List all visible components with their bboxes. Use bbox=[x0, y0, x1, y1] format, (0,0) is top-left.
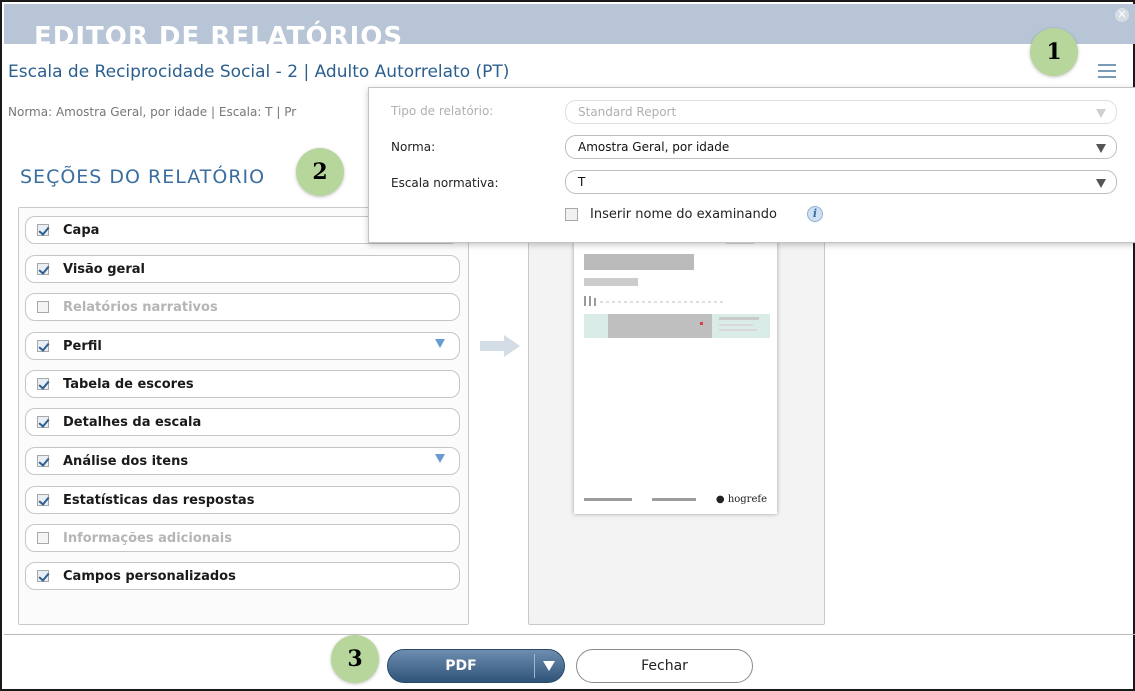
sections-heading: SEÇÕES DO RELATÓRIO bbox=[20, 166, 266, 188]
report-type-select: Standard Report bbox=[565, 100, 1117, 124]
section-checkbox[interactable] bbox=[37, 263, 49, 275]
section-checkbox bbox=[37, 301, 49, 313]
section-label: Tabela de escores bbox=[63, 377, 194, 392]
pdf-button[interactable]: PDF bbox=[388, 650, 534, 682]
section-checkbox[interactable] bbox=[37, 340, 49, 352]
section-checkbox[interactable] bbox=[37, 416, 49, 428]
section-item[interactable]: Visão geral bbox=[25, 255, 460, 283]
section-item[interactable]: Análise dos itens bbox=[25, 447, 460, 475]
normative-scale-value: T bbox=[578, 175, 586, 189]
section-label: Informações adicionais bbox=[63, 531, 232, 546]
expand-arrow-icon[interactable] bbox=[435, 454, 445, 463]
normative-scale-select[interactable]: T bbox=[565, 170, 1117, 194]
report-title: Escala de Reciprocidade Social - 2 | Adu… bbox=[8, 62, 510, 82]
section-item[interactable]: Campos personalizados bbox=[25, 562, 460, 590]
report-settings-popup: Tipo de relatório: Standard Report Norma… bbox=[368, 87, 1135, 243]
dialog-titlebar: EDITOR DE RELATÓRIOS ✕ bbox=[4, 4, 1135, 44]
section-label: Campos personalizados bbox=[63, 569, 236, 584]
section-label: Análise dos itens bbox=[63, 454, 189, 469]
close-icon[interactable]: ✕ bbox=[1115, 8, 1129, 22]
chevron-down-icon[interactable] bbox=[543, 661, 555, 671]
footer-divider bbox=[4, 634, 1135, 635]
report-preview-panel: ● hogrefe bbox=[528, 207, 825, 625]
report-type-label: Tipo de relatório: bbox=[391, 104, 494, 118]
report-type-value: Standard Report bbox=[578, 105, 677, 119]
info-icon[interactable]: i bbox=[807, 206, 823, 222]
section-label: Detalhes da escala bbox=[63, 415, 202, 430]
section-item[interactable]: Estatísticas das respostas bbox=[25, 486, 460, 514]
section-checkbox[interactable] bbox=[37, 455, 49, 467]
section-item[interactable]: Relatórios narrativos bbox=[25, 293, 460, 321]
dialog-title: EDITOR DE RELATÓRIOS bbox=[34, 22, 404, 44]
insert-examinee-name-checkbox[interactable] bbox=[565, 208, 578, 221]
section-label: Perfil bbox=[63, 339, 102, 354]
section-item[interactable]: Detalhes da escala bbox=[25, 408, 460, 436]
section-item[interactable]: Tabela de escores bbox=[25, 370, 460, 398]
callout-badge-3: 3 bbox=[331, 635, 379, 683]
section-checkbox[interactable] bbox=[37, 224, 49, 236]
section-checkbox[interactable] bbox=[37, 378, 49, 390]
norm-select[interactable]: Amostra Geral, por idade bbox=[565, 135, 1117, 159]
norm-value: Amostra Geral, por idade bbox=[578, 140, 730, 154]
section-label: Capa bbox=[63, 223, 100, 238]
split-divider bbox=[534, 654, 535, 678]
norm-summary: Norma: Amostra Geral, por idade | Escala… bbox=[8, 105, 297, 119]
section-item[interactable]: Perfil bbox=[25, 332, 460, 360]
section-label: Estatísticas das respostas bbox=[63, 493, 255, 508]
chevron-down-icon bbox=[1096, 179, 1106, 188]
section-checkbox bbox=[37, 532, 49, 544]
chevron-down-icon bbox=[1096, 144, 1106, 153]
expand-arrow-icon[interactable] bbox=[435, 339, 445, 348]
pdf-split-button[interactable]: PDF bbox=[387, 649, 565, 683]
insert-examinee-name-label[interactable]: Inserir nome do examinando bbox=[590, 207, 777, 222]
chevron-down-icon bbox=[1096, 109, 1106, 118]
norm-label: Norma: bbox=[391, 140, 436, 154]
sections-panel: Capa Visão geral Relatórios narrativos Perf… bbox=[18, 207, 469, 625]
callout-badge-1: 1 bbox=[1030, 28, 1078, 76]
section-checkbox[interactable] bbox=[37, 494, 49, 506]
normative-scale-label: Escala normativa: bbox=[391, 176, 499, 190]
section-label: Visão geral bbox=[63, 262, 146, 277]
close-button[interactable]: Fechar bbox=[576, 649, 753, 683]
section-item[interactable]: Informações adicionais bbox=[25, 524, 460, 552]
arrow-right-icon bbox=[480, 335, 520, 357]
hogrefe-logo: ● hogrefe bbox=[715, 494, 767, 505]
hamburger-menu-icon[interactable] bbox=[1098, 64, 1116, 78]
callout-badge-2: 2 bbox=[296, 148, 344, 196]
section-checkbox[interactable] bbox=[37, 570, 49, 582]
report-preview-thumbnail[interactable]: ● hogrefe bbox=[574, 238, 777, 514]
report-editor-dialog: EDITOR DE RELATÓRIOS ✕ Escala de Recipro… bbox=[0, 0, 1135, 691]
preview-scale-graphic bbox=[584, 296, 724, 306]
section-label: Relatórios narrativos bbox=[63, 300, 218, 315]
